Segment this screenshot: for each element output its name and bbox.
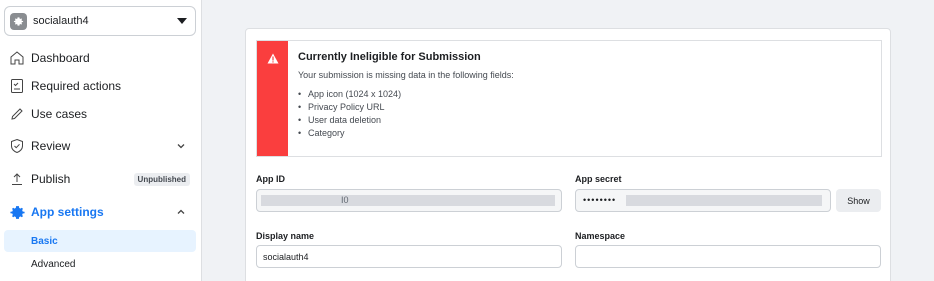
app-id-label: App ID	[256, 174, 285, 184]
sidebar-item-label: App settings	[31, 205, 104, 219]
display-name-label: Display name	[256, 231, 315, 241]
app-name: socialauth4	[33, 15, 89, 27]
gear-icon	[8, 203, 26, 221]
chevron-down-icon	[174, 139, 188, 153]
sidebar: socialauth4 Dashboard Required actions U…	[0, 0, 202, 281]
app-gear-icon	[10, 12, 27, 30]
caret-down-icon	[177, 18, 187, 24]
sidebar-item-label: Review	[31, 139, 71, 153]
sidebar-subitem-basic[interactable]: Basic	[4, 230, 196, 252]
redaction-bar	[626, 195, 822, 206]
list-item: App icon (1024 x 1024)	[298, 88, 514, 101]
sidebar-item-publish[interactable]: Publish Unpublished	[8, 166, 196, 192]
sidebar-item-label: Required actions	[31, 79, 122, 93]
app-id-field[interactable]: I0	[256, 189, 562, 212]
checklist-icon	[8, 77, 26, 95]
show-secret-button[interactable]: Show	[836, 189, 881, 212]
app-secret-value: ••••••••	[583, 195, 617, 205]
status-badge: Unpublished	[133, 172, 190, 186]
sidebar-item-use-cases[interactable]: Use cases	[8, 101, 196, 127]
display-name-field[interactable]	[256, 245, 562, 268]
upload-icon	[8, 170, 26, 188]
sidebar-item-dashboard[interactable]: Dashboard	[8, 45, 196, 71]
sidebar-subitem-advanced[interactable]: Advanced	[4, 253, 196, 275]
list-item: User data deletion	[298, 114, 514, 127]
sidebar-item-label: Use cases	[31, 107, 88, 121]
alert-stripe	[257, 41, 288, 156]
sidebar-item-review[interactable]: Review	[8, 133, 196, 159]
settings-panel: Currently Ineligible for Submission Your…	[245, 28, 891, 281]
chevron-up-icon	[174, 205, 188, 219]
app-secret-label: App secret	[575, 174, 622, 184]
list-item: Category	[298, 127, 514, 140]
sidebar-item-required-actions[interactable]: Required actions	[8, 73, 196, 99]
missing-fields-list: App icon (1024 x 1024) Privacy Policy UR…	[298, 88, 514, 140]
alert-title: Currently Ineligible for Submission	[298, 51, 481, 63]
redaction-bar	[261, 195, 555, 206]
namespace-field[interactable]	[575, 245, 881, 268]
alert-description: Your submission is missing data in the f…	[298, 70, 514, 80]
sidebar-item-app-settings[interactable]: App settings	[8, 199, 196, 225]
pencil-icon	[8, 105, 26, 123]
submission-alert: Currently Ineligible for Submission Your…	[256, 40, 882, 157]
sidebar-item-label: Publish	[31, 172, 71, 186]
warning-icon	[267, 51, 279, 156]
sidebar-item-label: Dashboard	[31, 51, 90, 65]
app-id-value: I0	[341, 195, 349, 205]
home-icon	[8, 49, 26, 67]
shield-check-icon	[8, 137, 26, 155]
app-secret-field[interactable]: ••••••••	[575, 189, 831, 212]
app-selector[interactable]: socialauth4	[4, 6, 196, 36]
namespace-label: Namespace	[575, 231, 626, 241]
list-item: Privacy Policy URL	[298, 101, 514, 114]
